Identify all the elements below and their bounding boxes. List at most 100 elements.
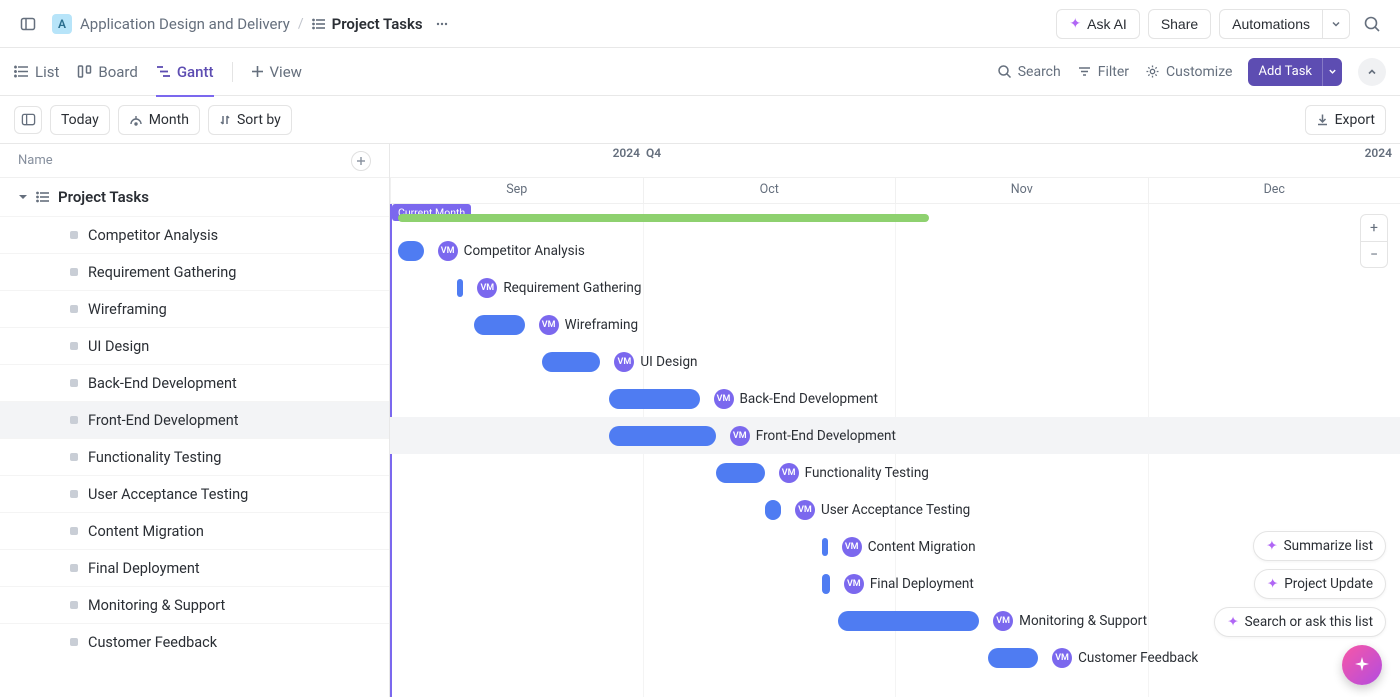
task-row[interactable]: Functionality Testing	[0, 438, 389, 475]
filter-button[interactable]: Filter	[1077, 64, 1129, 80]
gantt-row: VMUI Design	[390, 343, 1400, 380]
assignee-avatar[interactable]: VM	[477, 278, 497, 298]
task-row[interactable]: Customer Feedback	[0, 623, 389, 660]
task-bar[interactable]	[716, 463, 765, 483]
status-dot	[70, 601, 78, 609]
task-bar[interactable]	[822, 574, 830, 594]
global-search-icon[interactable]	[1358, 10, 1386, 38]
sparkle-icon: ✦	[1266, 538, 1277, 554]
main-split: Name Project Tasks Competitor AnalysisRe…	[0, 144, 1400, 697]
search-button[interactable]: Search	[997, 64, 1061, 80]
assignee-avatar[interactable]: VM	[539, 315, 559, 335]
share-button[interactable]: Share	[1148, 9, 1211, 39]
task-list-pane: Name Project Tasks Competitor AnalysisRe…	[0, 144, 390, 697]
workspace-badge[interactable]: A	[52, 14, 72, 34]
tab-board-label: Board	[98, 63, 137, 81]
automations-button[interactable]: Automations	[1219, 9, 1322, 39]
list-icon	[312, 17, 326, 31]
task-bar[interactable]	[609, 426, 716, 446]
tab-gantt-label: Gantt	[177, 63, 214, 81]
task-row[interactable]: Final Deployment	[0, 549, 389, 586]
tab-gantt[interactable]: Gantt	[156, 48, 214, 96]
zoom-in-button[interactable]: +	[1361, 215, 1387, 241]
task-row[interactable]: UI Design	[0, 327, 389, 364]
search-list-chip[interactable]: ✦Search or ask this list	[1214, 607, 1386, 637]
task-row[interactable]: Monitoring & Support	[0, 586, 389, 623]
automations-caret[interactable]	[1322, 9, 1350, 39]
task-bar[interactable]	[457, 279, 463, 297]
assignee-avatar[interactable]: VM	[730, 426, 750, 446]
status-dot	[70, 231, 78, 239]
task-bar[interactable]	[609, 389, 700, 409]
add-view-label: View	[270, 63, 302, 81]
export-button[interactable]: Export	[1305, 105, 1386, 135]
add-task-button[interactable]: Add Task	[1248, 58, 1322, 86]
assignee-avatar[interactable]: VM	[1052, 648, 1072, 668]
customize-button[interactable]: Customize	[1145, 64, 1232, 80]
summarize-chip[interactable]: ✦Summarize list	[1253, 531, 1386, 561]
task-name: Content Migration	[88, 523, 204, 540]
assignee-avatar[interactable]: VM	[779, 463, 799, 483]
task-row[interactable]: Content Migration	[0, 512, 389, 549]
task-bar-label: Wireframing	[565, 317, 638, 333]
export-label: Export	[1335, 112, 1375, 128]
chevron-down-icon	[18, 192, 28, 202]
task-bar[interactable]	[398, 241, 423, 261]
add-column-button[interactable]	[351, 151, 371, 171]
task-row[interactable]: Requirement Gathering	[0, 253, 389, 290]
task-bar[interactable]	[822, 538, 828, 556]
task-name: Requirement Gathering	[88, 264, 236, 281]
ask-ai-label: Ask AI	[1087, 16, 1127, 32]
add-view-button[interactable]: View	[251, 48, 302, 96]
task-bar[interactable]	[838, 611, 979, 631]
month-column: Dec	[1148, 178, 1400, 203]
task-bar-label: Requirement Gathering	[503, 280, 641, 296]
task-row[interactable]: User Acceptance Testing	[0, 475, 389, 512]
status-dot	[70, 564, 78, 572]
collapse-icon[interactable]	[1358, 58, 1386, 86]
tab-list-label: List	[35, 63, 59, 81]
assignee-avatar[interactable]: VM	[795, 500, 815, 520]
ai-fab-button[interactable]	[1342, 645, 1382, 685]
tab-list[interactable]: List	[14, 48, 59, 96]
timescale-button[interactable]: Month	[118, 105, 200, 135]
task-name: User Acceptance Testing	[88, 486, 248, 503]
gantt-row: VM Back-End Development	[390, 380, 1400, 417]
group-header[interactable]: Project Tasks	[0, 178, 389, 216]
project-update-chip[interactable]: ✦Project Update	[1254, 569, 1386, 599]
assignee-avatar[interactable]: VM	[842, 537, 862, 557]
list-icon	[36, 190, 50, 204]
assignee-avatar[interactable]: VM	[993, 611, 1013, 631]
task-bar[interactable]	[542, 352, 601, 372]
breadcrumb-workspace[interactable]: Application Design and Delivery	[80, 15, 290, 33]
group-summary-bar[interactable]	[398, 214, 928, 222]
task-row[interactable]: Wireframing	[0, 290, 389, 327]
assignee-avatar[interactable]: VM	[438, 241, 458, 261]
task-row[interactable]: Front-End Development	[0, 401, 389, 438]
task-row[interactable]: Competitor Analysis	[0, 216, 389, 253]
today-button[interactable]: Today	[50, 105, 110, 135]
task-name: Wireframing	[88, 301, 167, 318]
more-icon[interactable]	[431, 13, 453, 35]
tab-board[interactable]: Board	[77, 48, 137, 96]
add-task-label: Add Task	[1258, 64, 1312, 79]
task-bar[interactable]	[765, 500, 781, 520]
task-bar[interactable]	[988, 648, 1039, 668]
sort-button[interactable]: Sort by	[208, 105, 292, 135]
assignee-avatar[interactable]: VM	[844, 574, 864, 594]
sparkle-icon: ✦	[1267, 576, 1278, 592]
zoom-out-button[interactable]: −	[1361, 241, 1387, 267]
assignee-avatar[interactable]: VM	[614, 352, 634, 372]
ask-ai-button[interactable]: ✦ Ask AI	[1056, 9, 1139, 39]
task-bar[interactable]	[474, 315, 525, 335]
sidebar-toggle-icon[interactable]	[14, 10, 42, 38]
add-task-caret[interactable]	[1322, 58, 1342, 86]
task-bar-label: Front-End Development	[756, 428, 896, 444]
panel-toggle-icon[interactable]	[14, 106, 42, 134]
breadcrumb-page[interactable]: Project Tasks	[312, 15, 423, 33]
task-row[interactable]: Back-End Development	[0, 364, 389, 401]
view-toolbar-right: Search Filter Customize Add Task	[997, 58, 1386, 86]
assignee-avatar[interactable]: VM	[714, 389, 734, 409]
task-bar-label: Back-End Development	[740, 391, 878, 407]
view-separator	[232, 62, 233, 82]
